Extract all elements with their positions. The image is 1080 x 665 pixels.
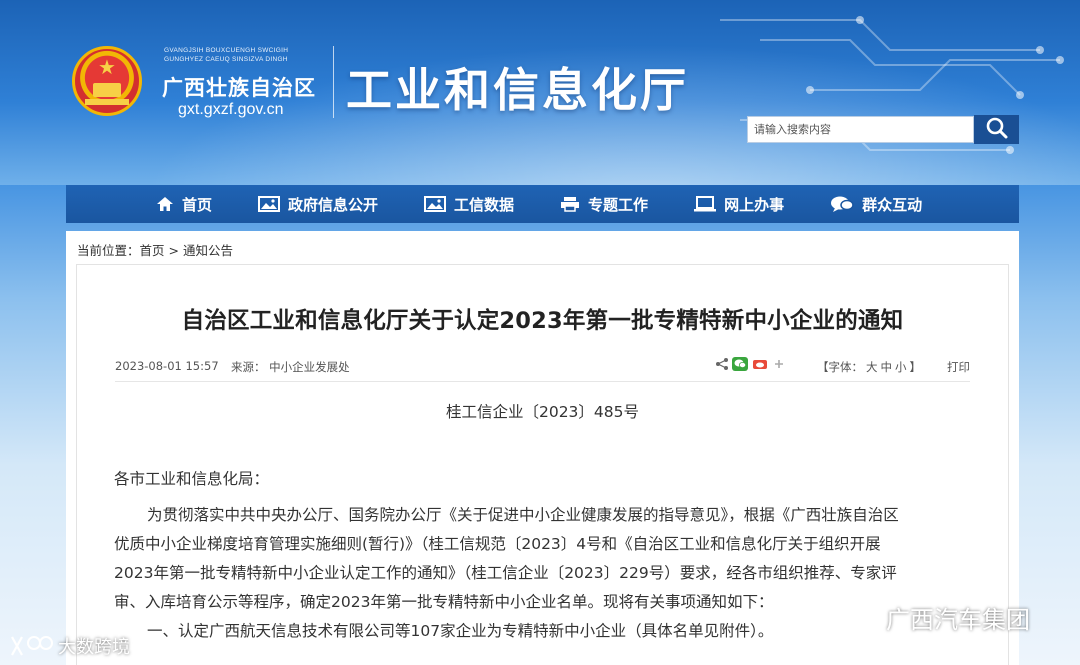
department-title: 工业和信息化厅 [346,63,689,117]
header-divider [333,46,334,118]
chat-icon [831,196,854,212]
nav-item-label: 政府信息公开 [288,195,379,214]
nav-item-special-work[interactable]: 专题工作 [560,194,648,215]
salutation: 各市工业和信息化局： [114,470,270,488]
national-emblem-icon: ★ [72,46,142,116]
search-input[interactable] [747,116,974,143]
picture-icon [424,196,447,212]
share-tools [715,357,785,371]
nav-item-label: 首页 [182,195,213,214]
nav-item-label: 群众互动 [862,195,923,214]
breadcrumb-current-link[interactable]: 通知公告 [183,243,233,258]
picture-icon [258,196,281,212]
wechat-icon[interactable] [732,357,748,371]
region-latin-name: GVANGJSIH BOUXCUENGH SWCIGIH GUNGHYEZ CA… [164,47,289,63]
font-size-end: 】 [909,360,922,374]
laptop-icon [694,196,717,212]
region-name: 广西壮族自治区 [162,76,316,100]
article-source: 来源： 中小企业发展处 [231,360,350,374]
paragraph-line: 为贯彻落实中共中央办公厅、国务院办公厅《关于促进中小企业健康发展的指导意见》，根… [147,506,899,524]
article-title: 自治区工业和信息化厅关于认定2023年第一批专精特新中小企业的通知 [181,308,904,334]
breadcrumb-prefix: 当前位置： [77,243,140,258]
nav-item-label: 网上办事 [724,195,785,214]
article-meta: 2023-08-01 15:57 来源： 中小企业发展处 【字体： 大 中 小 … [115,355,970,379]
search-button[interactable] [974,115,1019,144]
watermark-logo-icon [11,636,53,656]
print-button[interactable]: 打印 [947,359,970,375]
meta-divider [115,381,970,382]
font-large-button[interactable]: 大 [866,360,878,374]
nav-item-label: 专题工作 [588,195,649,214]
font-size-switcher: 【字体：大中小】 [817,359,921,375]
paragraph-line: 优质中小企业梯度培育管理实施细则(暂行)》（桂工信规范〔2023〕4号和《自治区… [114,535,881,553]
main-nav: 首页 政府信息公开 工信数据 专题工作 网上办事 群众互动 [66,185,1019,223]
wechat-logo-icon [842,604,880,630]
document-number: 桂工信企业〔2023〕485号 [445,403,640,421]
nav-item-data[interactable]: 工信数据 [424,194,514,215]
share-icon[interactable] [715,357,729,371]
breadcrumb: 当前位置：首页 > 通知公告 [77,240,233,259]
breadcrumb-separator: > [164,243,183,258]
paragraph-line: 2023年第一批专精特新中小企业认定工作的通知》（桂工信企业〔2023〕229号… [114,564,897,582]
circuit-decoration [720,16,1064,154]
font-size-label: 【字体： [817,360,863,374]
printer-icon [561,197,580,212]
header-banner: ★ GVANGJSIH BOUXCUENGH SWCIGIH GUNGHYEZ … [0,0,1080,185]
weibo-icon[interactable] [752,357,768,371]
watermark-right-text: 广西汽车集团 [886,606,1030,634]
font-small-button[interactable]: 小 [895,360,907,374]
nav-item-online-service[interactable]: 网上办事 [694,194,784,215]
nav-item-interaction[interactable]: 群众互动 [830,194,922,215]
font-medium-button[interactable]: 中 [881,360,893,374]
watermark-right: 广西汽车集团 [842,600,1030,635]
nav-item-gov-info[interactable]: 政府信息公开 [258,194,378,215]
home-icon [157,197,173,211]
watermark-left-text: 大数跨境 [58,637,130,658]
publish-date: 2023-08-01 15:57 [115,359,219,373]
nav-item-home[interactable]: 首页 [156,194,212,215]
search-icon [986,117,1007,139]
watermark-left: 大数跨境 [8,633,130,659]
more-share-icon[interactable] [773,358,785,370]
site-domain: gxt.gxzf.gov.cn [178,101,284,118]
breadcrumb-home-link[interactable]: 首页 [140,243,165,258]
nav-item-label: 工信数据 [454,195,515,214]
